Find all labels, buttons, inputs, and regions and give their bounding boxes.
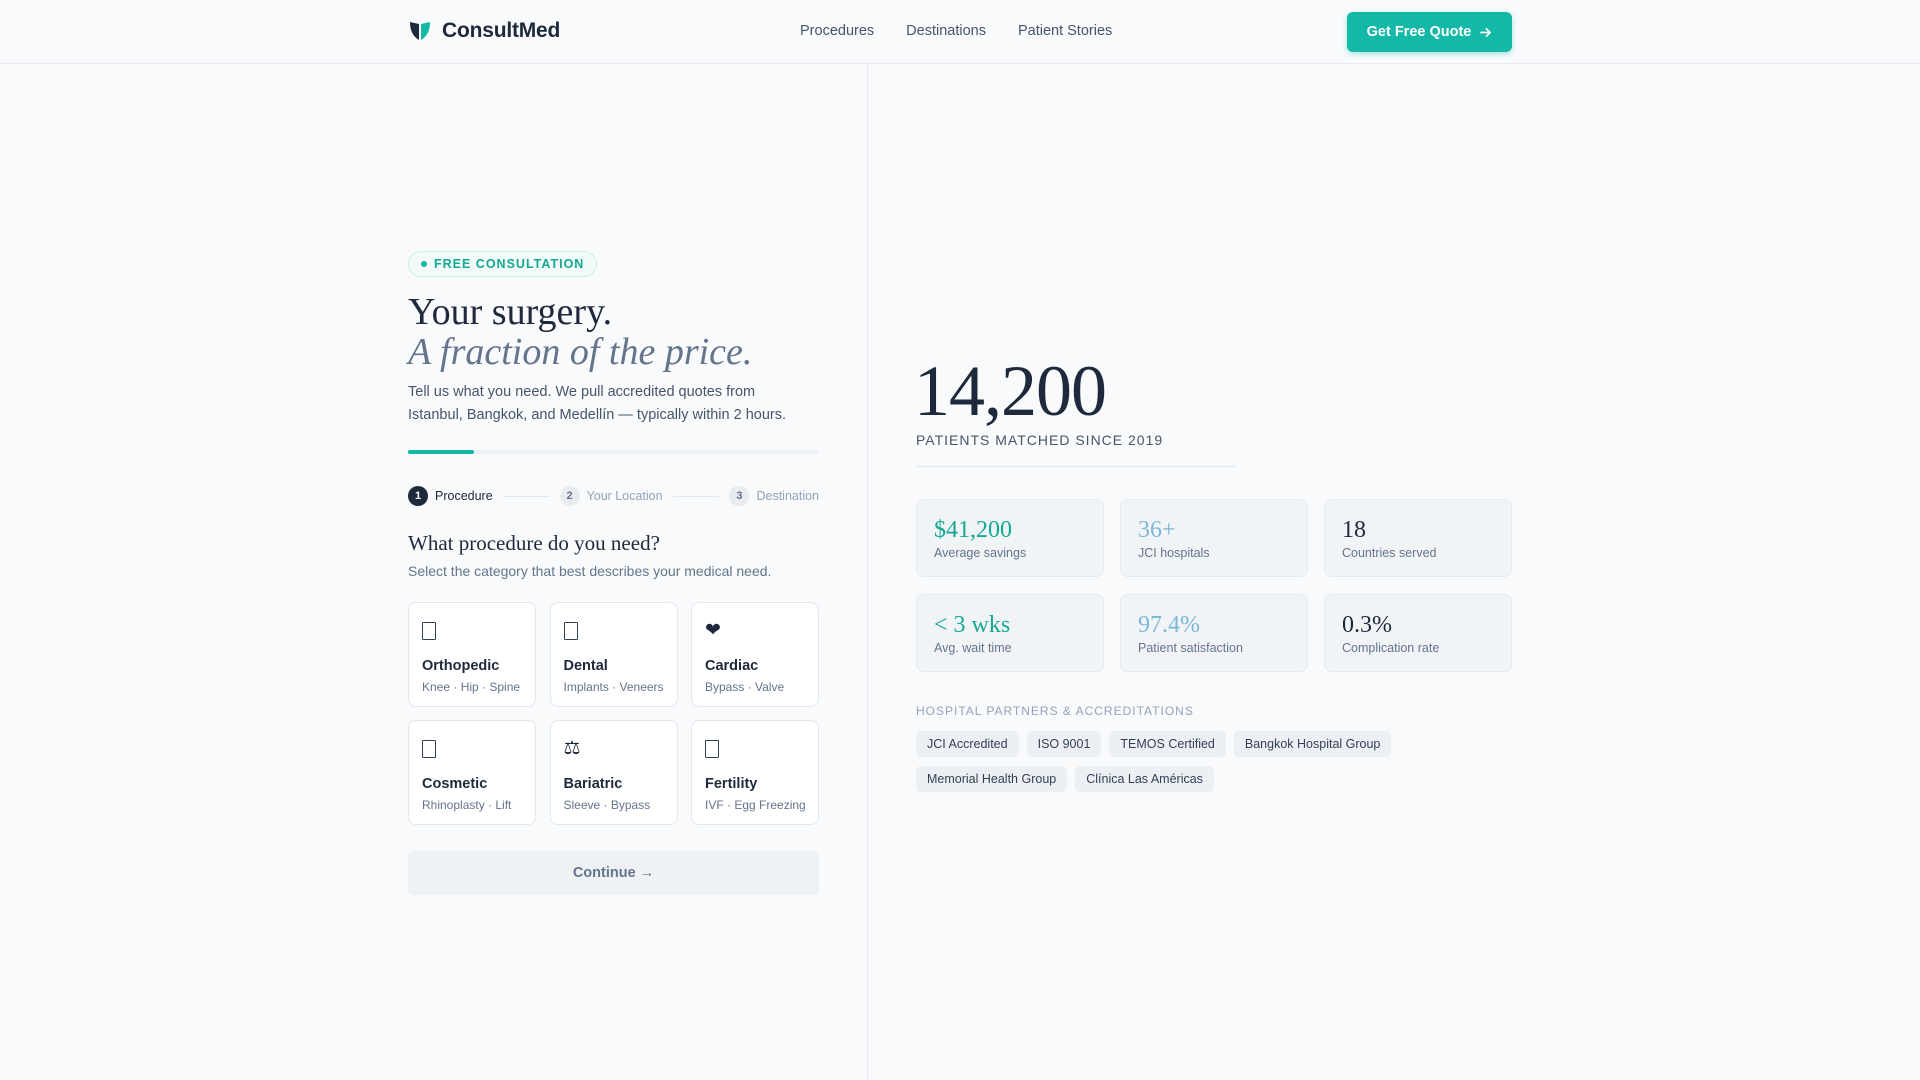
procedure-card-cosmetic[interactable]: Cosmetic Rhinoplasty · Lift (408, 720, 536, 825)
partner-chips: JCI Accredited ISO 9001 TEMOS Certified … (916, 731, 1396, 792)
nav-destinations-link[interactable]: Destinations (906, 23, 986, 39)
divider (916, 466, 1236, 467)
get-free-quote-button[interactable]: Get Free Quote (1347, 12, 1512, 52)
step-procedure[interactable]: 1 Procedure (408, 486, 493, 506)
stat-value: 0.3% (1342, 612, 1392, 638)
partner-chip: JCI Accredited (916, 731, 1019, 757)
procedure-subtitle: Knee · Hip · Spine (422, 680, 521, 694)
procedure-title: Bariatric (563, 776, 623, 792)
question-title: What procedure do you need? (408, 531, 660, 555)
stat-value: 36+ (1138, 517, 1176, 543)
stat-card-jci-hospitals: 36+ JCI hospitals (1120, 499, 1308, 577)
partner-chip: Clínica Las Américas (1075, 766, 1214, 792)
stat-card-average-savings: $41,200 Average savings (916, 499, 1104, 577)
main-nav: Procedures Destinations Patient Stories (800, 23, 1112, 39)
step-label: Your Location (586, 489, 663, 503)
procedure-title: Orthopedic (422, 658, 500, 674)
stat-label: Complication rate (1342, 641, 1440, 655)
hero-description: Tell us what you need. We pull accredite… (408, 384, 787, 423)
stat-card-patient-satisfaction: 97.4% Patient satisfaction (1120, 594, 1308, 672)
tooth-icon (563, 621, 582, 641)
nav-patient-stories-link[interactable]: Patient Stories (1018, 23, 1112, 39)
procedure-subtitle: Implants · Veneers (563, 680, 664, 694)
stat-card-countries-served: 18 Countries served (1324, 499, 1512, 577)
wizard-progress-bar (408, 450, 819, 454)
procedure-title: Fertility (705, 776, 758, 792)
step-label: Procedure (435, 489, 493, 503)
stat-label: Avg. wait time (934, 641, 1012, 655)
status-dot-icon (421, 261, 427, 267)
badge-label: FREE CONSULTATION (434, 257, 585, 271)
procedure-grid: Orthopedic Knee · Hip · Spine Dental Imp… (408, 602, 819, 825)
procedure-title: Cardiac (705, 658, 759, 674)
procedure-subtitle: IVF · Egg Freezing (705, 798, 806, 812)
arrow-right-icon (1480, 27, 1492, 37)
stat-label: JCI hospitals (1138, 546, 1210, 560)
column-divider (867, 64, 868, 1080)
procedure-card-bariatric[interactable]: ⚖ Bariatric Sleeve · Bypass (549, 720, 678, 825)
stat-card-complication-rate: 0.3% Complication rate (1324, 594, 1512, 672)
hero-title: Your surgery. (408, 291, 613, 333)
baby-icon (705, 739, 723, 759)
heart-icon: ❤ (705, 620, 721, 641)
stat-value: < 3 wks (934, 612, 1011, 638)
step-destination[interactable]: 3 Destination (729, 486, 819, 506)
continue-button[interactable]: Continue → (408, 851, 819, 895)
step-your-location[interactable]: 2 Your Location (559, 486, 663, 506)
step-connector (672, 495, 720, 497)
stat-label: Patient satisfaction (1138, 641, 1243, 655)
partner-chip: TEMOS Certified (1109, 731, 1226, 757)
bone-icon (422, 621, 440, 641)
step-connector (502, 495, 550, 497)
procedure-subtitle: Bypass · Valve (705, 680, 785, 694)
procedure-card-fertility[interactable]: Fertility IVF · Egg Freezing (691, 720, 819, 825)
procedure-subtitle: Sleeve · Bypass (563, 798, 651, 812)
partner-chip: ISO 9001 (1026, 731, 1102, 757)
stat-value: 97.4% (1138, 612, 1200, 638)
top-nav-bar: ConsultMed Procedures Destinations Patie… (0, 0, 1920, 64)
procedure-card-orthopedic[interactable]: Orthopedic Knee · Hip · Spine (408, 602, 536, 707)
step-number: 3 (729, 486, 750, 506)
get-free-quote-label: Get Free Quote (1366, 24, 1472, 40)
procedure-subtitle: Rhinoplasty · Lift (422, 798, 512, 812)
wizard-steps: 1 Procedure 2 Your Location 3 Destinatio… (408, 486, 819, 506)
scale-icon: ⚖ (563, 738, 581, 759)
procedure-card-dental[interactable]: Dental Implants · Veneers (549, 602, 678, 707)
stat-label: Countries served (1342, 546, 1437, 560)
shield-heart-icon (410, 22, 430, 40)
brand-name: ConsultMed (442, 19, 561, 42)
procedure-title: Dental (563, 658, 608, 674)
step-label: Destination (756, 489, 820, 503)
stat-label: Average savings (934, 546, 1027, 560)
wizard-progress-fill (408, 450, 474, 454)
patients-matched-label: PATIENTS MATCHED SINCE 2019 (916, 432, 1164, 448)
stats-grid: $41,200 Average savings 36+ JCI hospital… (916, 499, 1512, 672)
sparkle-icon (422, 739, 440, 759)
partners-heading: HOSPITAL PARTNERS & ACCREDITATIONS (916, 704, 1194, 718)
nav-procedures-link[interactable]: Procedures (800, 23, 874, 39)
step-number: 1 (408, 486, 428, 506)
hero-subtitle: A fraction of the price. (408, 331, 753, 373)
procedure-title: Cosmetic (422, 776, 488, 792)
stat-value: $41,200 (934, 517, 1012, 543)
stat-value: 18 (1342, 517, 1366, 543)
free-consultation-badge: FREE CONSULTATION (408, 251, 598, 277)
brand-logo[interactable]: ConsultMed (408, 19, 560, 43)
partner-chip: Memorial Health Group (916, 766, 1068, 792)
partner-chip: Bangkok Hospital Group (1233, 731, 1392, 757)
patients-matched-count: 14,200 (914, 351, 1107, 431)
question-subtitle: Select the category that best describes … (408, 563, 772, 579)
step-number: 2 (559, 486, 580, 506)
stat-card-avg-wait-time: < 3 wks Avg. wait time (916, 594, 1104, 672)
procedure-card-cardiac[interactable]: ❤ Cardiac Bypass · Valve (691, 602, 819, 707)
